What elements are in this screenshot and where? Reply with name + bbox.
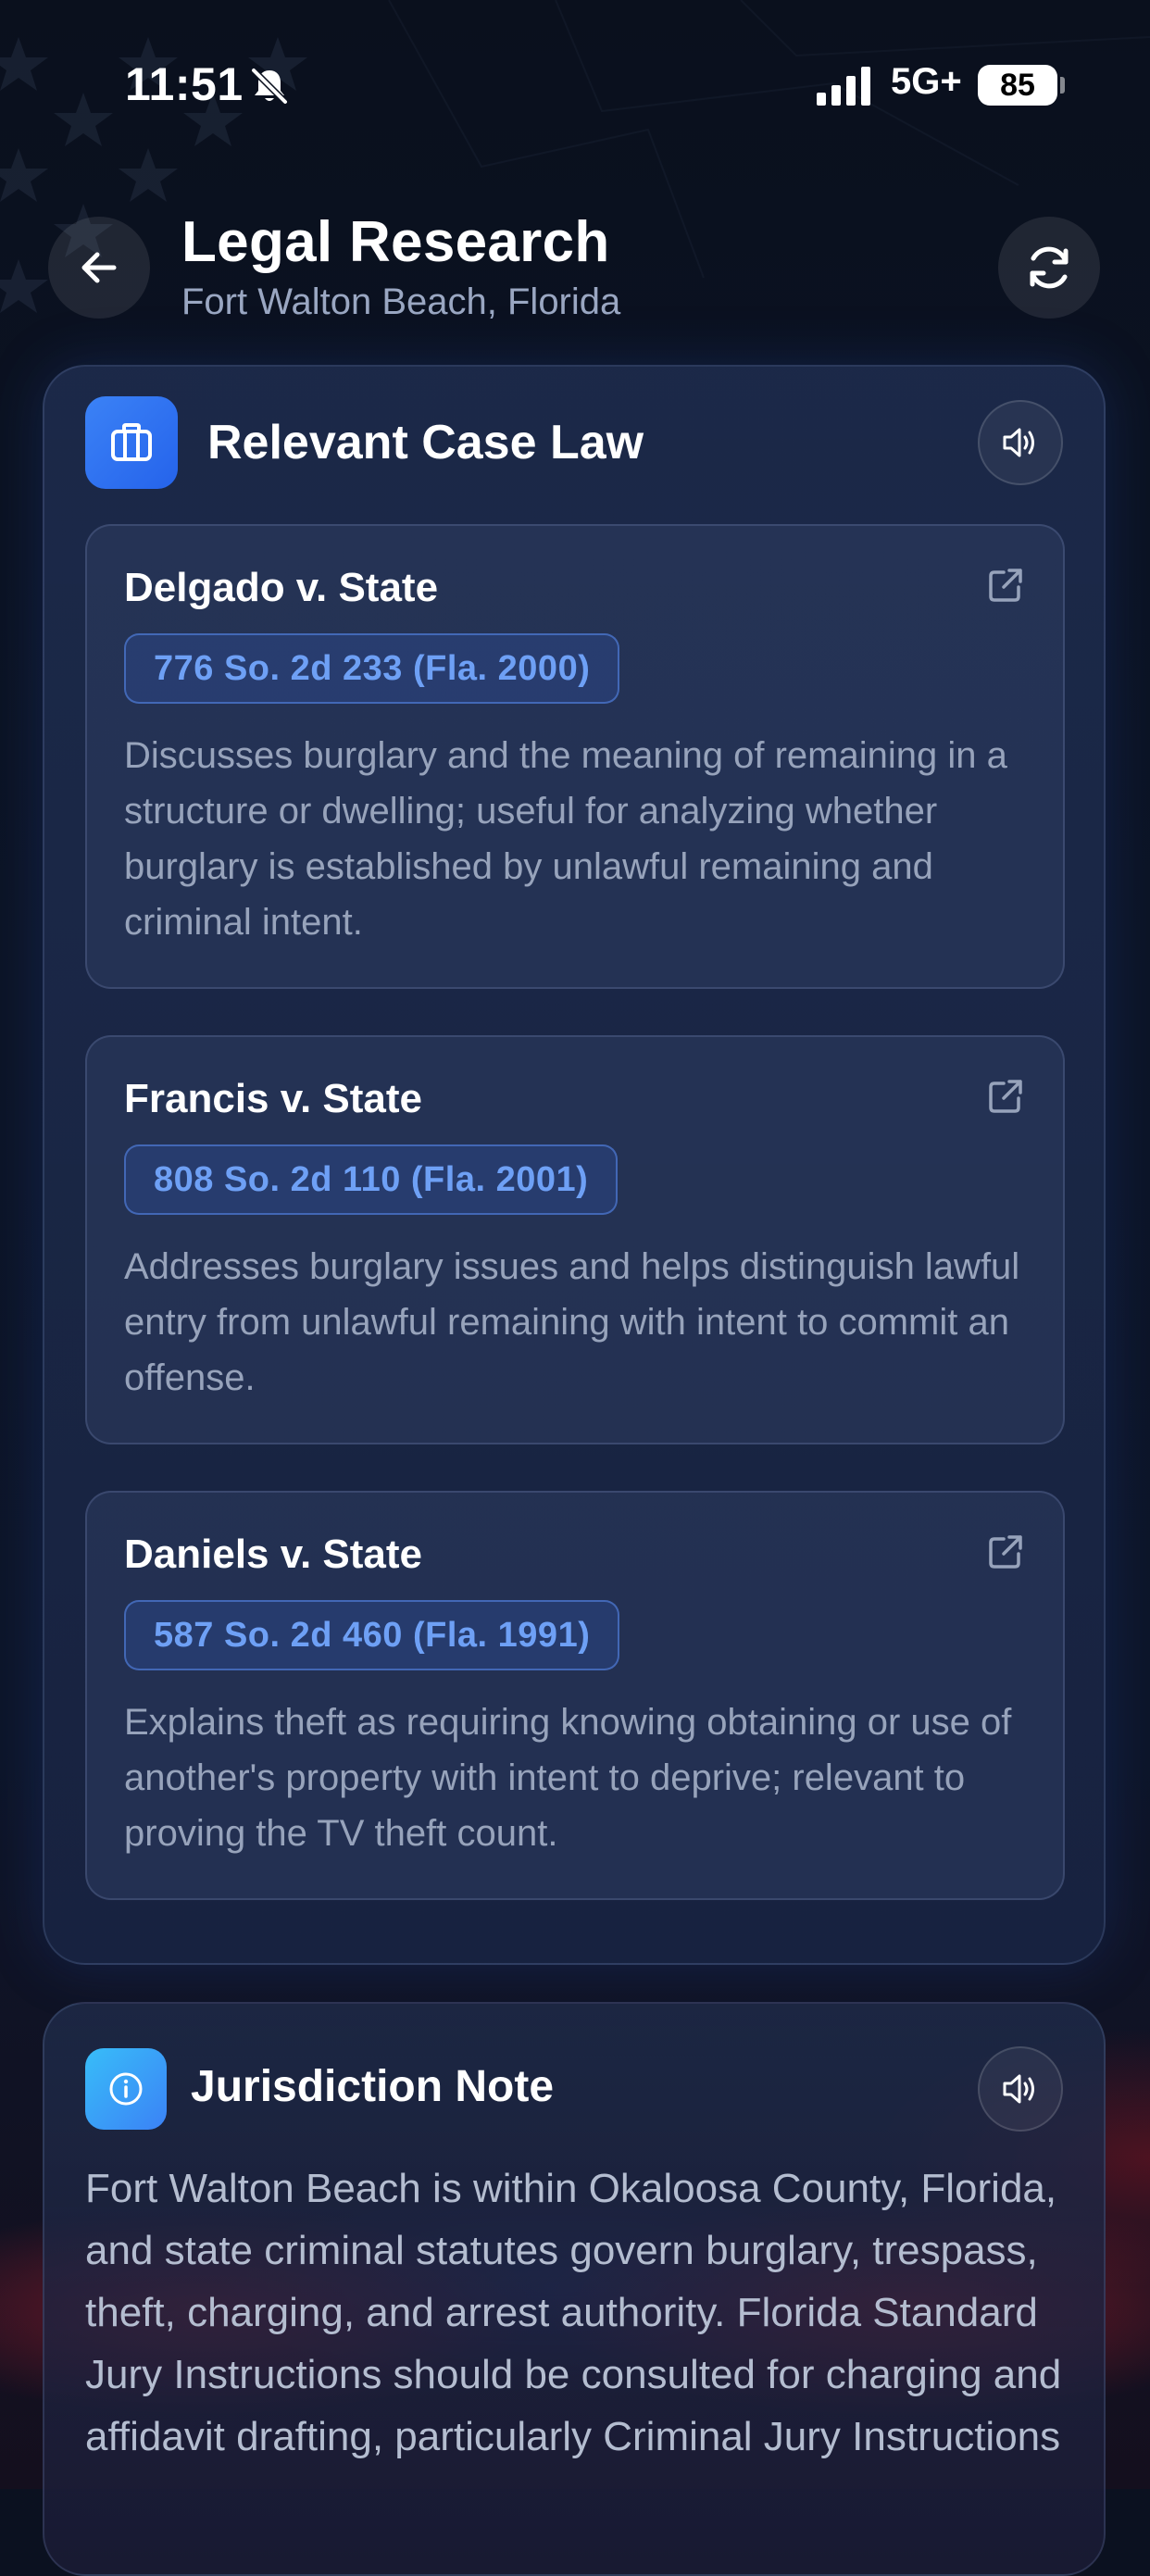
external-link-icon[interactable]	[985, 1076, 1026, 1117]
case-citation: 587 So. 2d 460 (Fla. 1991)	[124, 1600, 620, 1670]
case-citation: 808 So. 2d 110 (Fla. 2001)	[124, 1144, 619, 1215]
page-title: Legal Research	[181, 210, 610, 274]
page-subtitle: Fort Walton Beach, Florida	[181, 281, 621, 322]
jurisdiction-speak-button[interactable]	[978, 2046, 1063, 2132]
refresh-button[interactable]	[998, 217, 1100, 319]
case-law-speak-button[interactable]	[978, 400, 1063, 485]
bell-slash-icon	[251, 68, 288, 105]
section-title: Relevant Case Law	[207, 416, 644, 469]
jurisdiction-title: Jurisdiction Note	[191, 2062, 555, 2111]
refresh-icon	[1030, 246, 1069, 289]
cellular-signal-icon	[817, 67, 870, 106]
speaker-icon	[1003, 2074, 1034, 2104]
back-button[interactable]	[48, 217, 150, 319]
case-card-francis[interactable]: Francis v. State 808 So. 2d 110 (Fla. 20…	[85, 1035, 1065, 1444]
case-name: Delgado v. State	[124, 565, 439, 610]
case-name: Daniels v. State	[124, 1532, 422, 1577]
case-card-delgado[interactable]: Delgado v. State 776 So. 2d 233 (Fla. 20…	[85, 524, 1065, 989]
status-bar: 11:51 5G+ 85	[0, 0, 1150, 167]
case-card-daniels[interactable]: Daniels v. State 587 So. 2d 460 (Fla. 19…	[85, 1491, 1065, 1900]
network-type: 5G+	[891, 61, 962, 102]
case-description: Discusses burglary and the meaning of re…	[124, 735, 1007, 943]
battery-indicator: 85	[978, 65, 1057, 106]
status-time: 11:51	[125, 58, 244, 110]
arrow-left-icon	[81, 252, 117, 283]
case-description: Explains theft as requiring knowing obta…	[124, 1702, 1012, 1854]
external-link-icon[interactable]	[985, 565, 1026, 606]
jurisdiction-text: Fort Walton Beach is within Okaloosa Cou…	[85, 2166, 1062, 2459]
case-citation: 776 So. 2d 233 (Fla. 2000)	[124, 633, 620, 704]
briefcase-icon	[85, 396, 178, 489]
external-link-icon[interactable]	[985, 1532, 1026, 1572]
case-description: Addresses burglary issues and helps dist…	[124, 1246, 1020, 1398]
battery-nub	[1060, 77, 1065, 94]
speaker-icon	[1003, 428, 1034, 457]
case-name: Francis v. State	[124, 1076, 422, 1121]
info-icon	[85, 2048, 167, 2130]
